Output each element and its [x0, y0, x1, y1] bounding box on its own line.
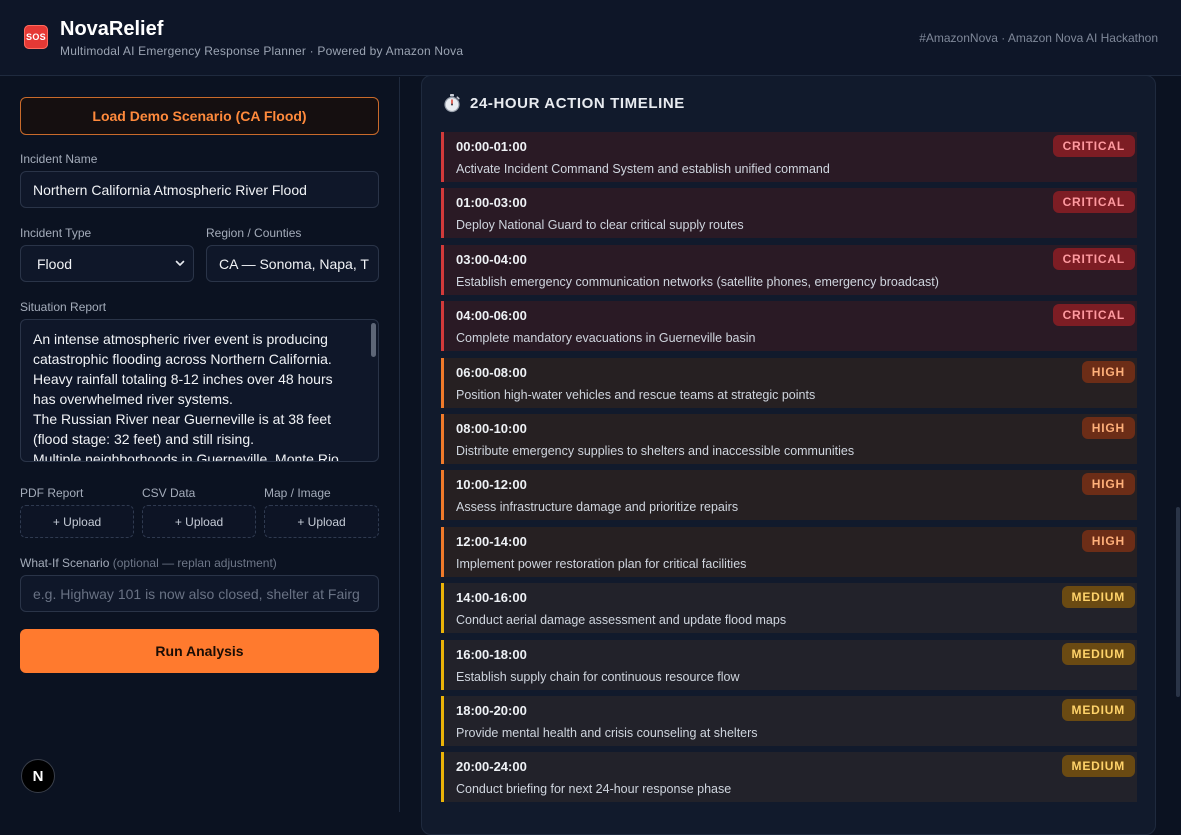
priority-badge: HIGH — [1081, 360, 1135, 383]
whatif-hint: (optional — replan adjustment) — [112, 556, 277, 570]
timeline-item: 03:00-04:00 Establish emergency communic… — [441, 244, 1137, 295]
situation-line: Multiple neighborhoods in Guerneville, M… — [33, 451, 343, 462]
priority-badge: MEDIUM — [1061, 642, 1135, 665]
situation-line: Heavy rainfall totaling 8-12 inches over… — [33, 371, 333, 387]
situation-line: has overwhelmed river systems. — [33, 391, 233, 407]
timeline-time: 12:00-14:00 — [456, 533, 527, 549]
incident-name-input[interactable]: Northern California Atmospheric River Fl… — [20, 171, 379, 208]
region-label: Region / Counties — [206, 226, 302, 240]
timeline-time: 18:00-20:00 — [456, 702, 527, 718]
timeline-time: 10:00-12:00 — [456, 477, 527, 493]
app-header: SOS NovaRelief Multimodal AI Emergency R… — [0, 0, 1181, 76]
csv-data-label: CSV Data — [142, 486, 196, 500]
timeline-item: 08:00-10:00 Distribute emergency supplie… — [441, 413, 1137, 464]
incident-type-label: Incident Type — [20, 226, 92, 240]
timeline-action: Activate Incident Command System and est… — [456, 162, 830, 176]
timeline-item: 04:00-06:00 Complete mandatory evacuatio… — [441, 301, 1137, 352]
priority-badge: CRITICAL — [1052, 304, 1135, 327]
incident-form-panel: Load Demo Scenario (CA Flood) Incident N… — [0, 77, 400, 812]
priority-badge: CRITICAL — [1052, 247, 1135, 270]
timeline-item: 12:00-14:00 Implement power restoration … — [441, 526, 1137, 577]
timeline-time: 06:00-08:00 — [456, 364, 527, 380]
results-scrollbar[interactable] — [1176, 507, 1180, 697]
whatif-label: What-If Scenario (optional — replan adju… — [20, 556, 277, 570]
results-panel: 24-HOUR ACTION TIMELINE 00:00-01:00 Acti… — [401, 75, 1181, 835]
priority-badge: MEDIUM — [1061, 698, 1135, 721]
timeline-item: 20:00-24:00 Conduct briefing for next 24… — [441, 752, 1137, 803]
timeline-header: 24-HOUR ACTION TIMELINE — [442, 93, 685, 113]
timeline-action: Distribute emergency supplies to shelter… — [456, 443, 855, 458]
app-subtitle: Multimodal AI Emergency Response Planner… — [60, 44, 464, 58]
timeline-time: 08:00-10:00 — [456, 420, 527, 436]
timeline-time: 04:00-06:00 — [456, 308, 527, 324]
priority-badge: MEDIUM — [1061, 755, 1135, 778]
whatif-input[interactable]: e.g. Highway 101 is now also closed, she… — [20, 575, 379, 612]
priority-badge: CRITICAL — [1052, 191, 1135, 214]
timeline-item: 06:00-08:00 Position high-water vehicles… — [441, 357, 1137, 408]
timeline-item: 10:00-12:00 Assess infrastructure damage… — [441, 470, 1137, 521]
situation-line: An intense atmospheric river event is pr… — [33, 331, 328, 347]
timeline-time: 16:00-18:00 — [456, 646, 527, 662]
pdf-upload-button[interactable]: + Upload — [20, 505, 134, 538]
timeline-action: Implement power restoration plan for cri… — [456, 556, 747, 571]
app-title: NovaRelief — [60, 18, 164, 40]
timeline-action: Complete mandatory evacuations in Guerne… — [456, 331, 756, 346]
timeline-card: 24-HOUR ACTION TIMELINE 00:00-01:00 Acti… — [421, 75, 1156, 835]
timeline-action: Assess infrastructure damage and priorit… — [456, 500, 739, 515]
timeline-action: Conduct aerial damage assessment and upd… — [456, 613, 787, 628]
timeline-action: Provide mental health and crisis counsel… — [456, 725, 758, 740]
timeline-item: 16:00-18:00 Establish supply chain for c… — [441, 639, 1137, 690]
timeline-time: 14:00-16:00 — [456, 590, 527, 606]
priority-badge: HIGH — [1081, 416, 1135, 439]
situation-line: catastrophic flooding across Northern Ca… — [33, 351, 332, 367]
timeline-title: 24-HOUR ACTION TIMELINE — [470, 94, 685, 112]
incident-type-value: Flood — [37, 255, 73, 272]
textarea-scrollbar[interactable] — [371, 323, 376, 357]
timeline-item: 14:00-16:00 Conduct aerial damage assess… — [441, 583, 1137, 634]
map-upload-button[interactable]: + Upload — [264, 505, 379, 538]
pdf-report-label: PDF Report — [20, 486, 84, 500]
timeline-action: Conduct briefing for next 24-hour respon… — [456, 782, 732, 797]
map-image-label: Map / Image — [264, 486, 331, 500]
timeline-time: 03:00-04:00 — [456, 251, 527, 267]
priority-badge: MEDIUM — [1061, 586, 1135, 609]
csv-upload-button[interactable]: + Upload — [142, 505, 256, 538]
situation-report-label: Situation Report — [20, 300, 107, 314]
timeline-action: Position high-water vehicles and rescue … — [456, 387, 816, 402]
situation-line: The Russian River near Guerneville is at… — [33, 411, 332, 427]
incident-type-select[interactable]: Flood — [20, 245, 194, 282]
sos-logo-icon: SOS — [24, 25, 48, 49]
priority-badge: HIGH — [1081, 473, 1135, 496]
timeline-time: 00:00-01:00 — [456, 139, 527, 154]
chevron-down-icon — [175, 260, 185, 266]
priority-badge: HIGH — [1081, 529, 1135, 552]
timeline-list: 00:00-01:00 Activate Incident Command Sy… — [441, 132, 1137, 809]
timeline-action: Establish supply chain for continuous re… — [456, 669, 740, 684]
hackathon-tagline: #AmazonNova · Amazon Nova AI Hackathon — [919, 31, 1158, 45]
timeline-time: 01:00-03:00 — [456, 195, 527, 211]
whatif-label-text: What-If Scenario — [20, 556, 110, 570]
situation-report-textarea[interactable]: An intense atmospheric river event is pr… — [20, 319, 379, 462]
incident-name-label: Incident Name — [20, 152, 98, 166]
timeline-item: 00:00-01:00 Activate Incident Command Sy… — [441, 132, 1137, 182]
timeline-time: 20:00-24:00 — [456, 759, 527, 775]
priority-badge: CRITICAL — [1052, 135, 1135, 157]
run-analysis-button[interactable]: Run Analysis — [20, 629, 379, 673]
situation-line: (flood stage: 32 feet) and still rising. — [33, 431, 255, 447]
timeline-action: Deploy National Guard to clear critical … — [456, 218, 744, 233]
timeline-item: 18:00-20:00 Provide mental health and cr… — [441, 695, 1137, 746]
timeline-item: 01:00-03:00 Deploy National Guard to cle… — [441, 188, 1137, 239]
load-demo-button[interactable]: Load Demo Scenario (CA Flood) — [20, 97, 379, 135]
nextjs-badge-icon[interactable]: N — [21, 759, 55, 793]
region-input[interactable]: CA — Sonoma, Napa, T — [206, 245, 379, 282]
timeline-action: Establish emergency communication networ… — [456, 274, 939, 289]
stopwatch-icon — [444, 94, 460, 113]
